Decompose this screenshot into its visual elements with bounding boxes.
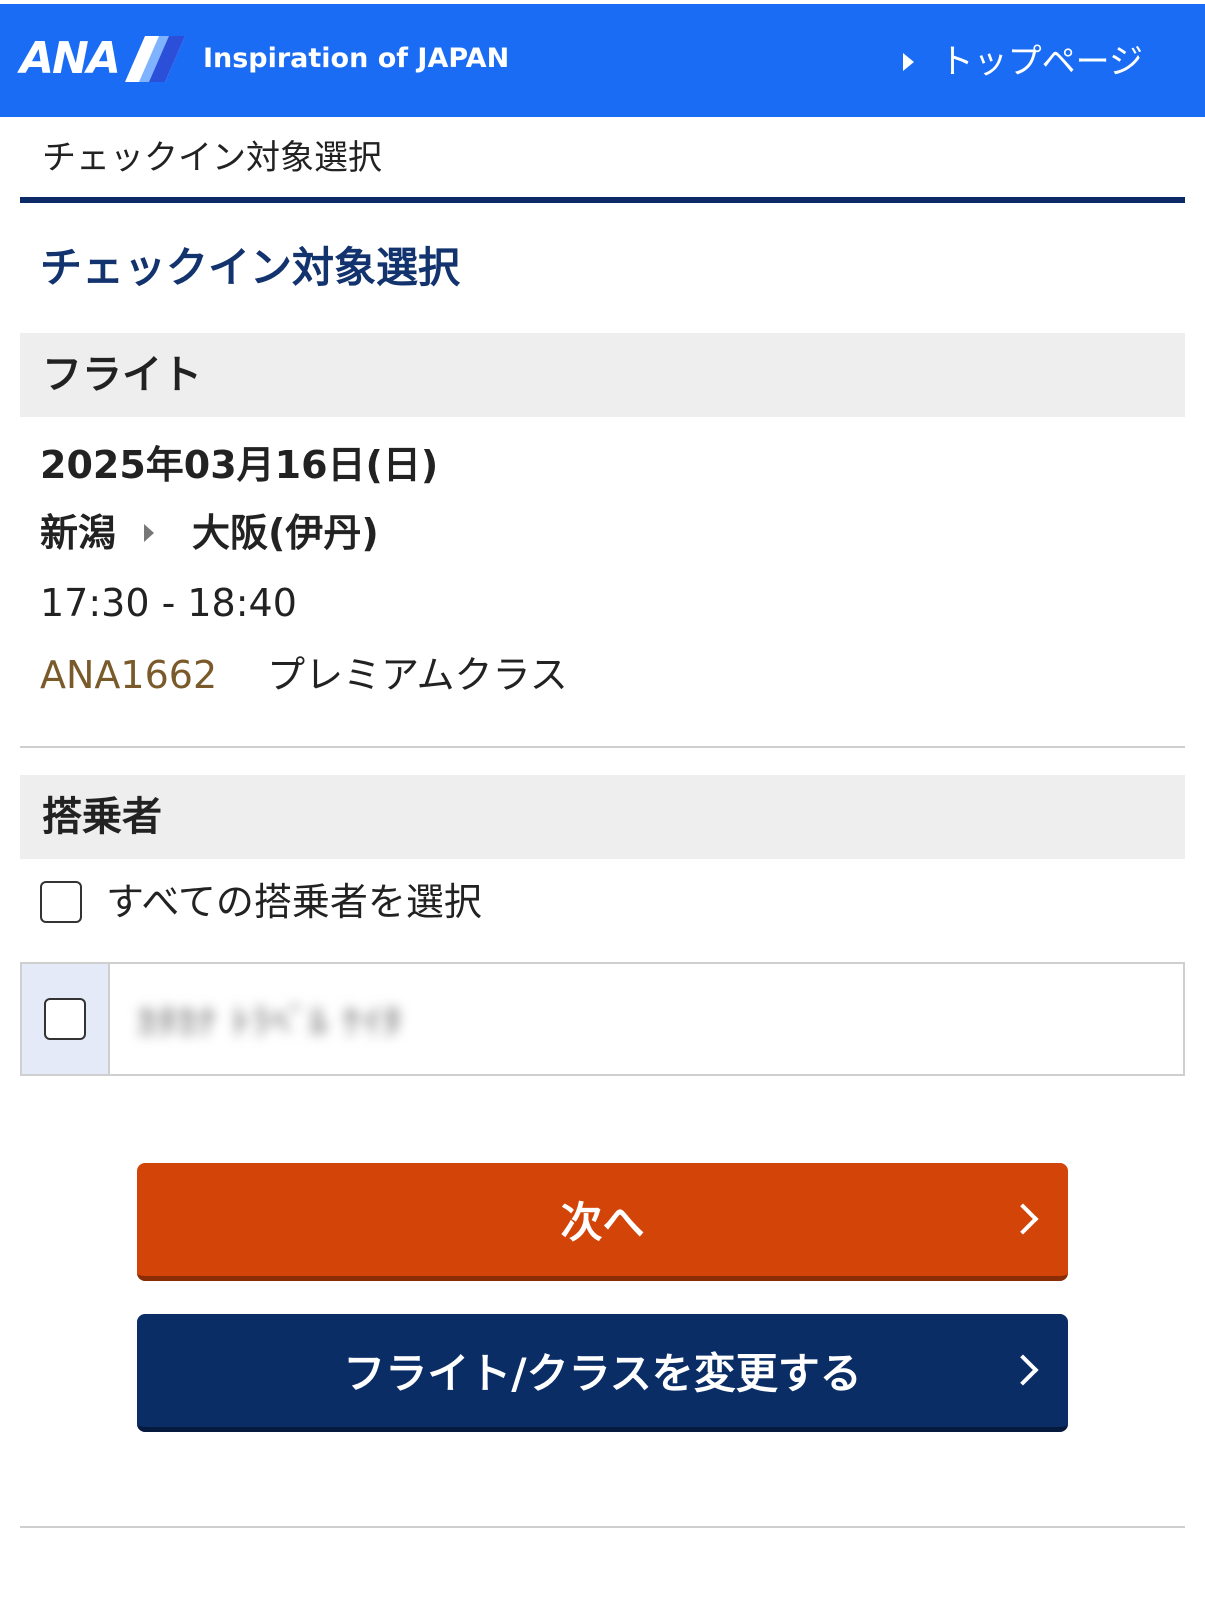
route-destination: 大阪(伊丹) [192,511,379,555]
flight-info: ANA1662 プレミアムクラス [40,650,568,700]
select-all-label: すべての搭乗者を選択 [106,880,482,924]
flight-section-heading: フライト [42,352,202,398]
chevron-right-icon [1007,1353,1039,1386]
select-all-passengers[interactable]: すべての搭乗者を選択 [40,874,482,930]
passenger-name: ｶﾀｶﾅ ﾄﾗﾍﾞﾙ ｹｲﾀ [138,1002,403,1043]
breadcrumb-current: チェックイン対象選択 [42,138,382,178]
passenger-row[interactable]: ｶﾀｶﾅ ﾄﾗﾍﾞﾙ ｹｲﾀ [20,962,1185,1076]
chevron-right-icon [1007,1202,1039,1235]
route-origin: 新潟 [40,511,117,555]
next-button-label: 次へ [560,1198,645,1247]
change-flight-class-label: フライト/クラスを変更する [343,1349,862,1398]
section-divider [20,746,1185,748]
ana-wing-icon [124,36,185,82]
breadcrumb: チェックイン対象選択 [20,117,1185,203]
triangle-right-icon [902,53,914,71]
ana-logo-text: ANA [20,33,121,84]
flight-times: 17:30 - 18:40 [40,581,297,625]
brand-tagline: Inspiration of JAPAN [202,43,510,74]
top-page-link[interactable]: トップページ [902,42,1143,82]
ana-logo[interactable]: ANA Inspiration of JAPAN [20,34,509,84]
change-flight-class-button[interactable]: フライト/クラスを変更する [137,1314,1068,1432]
flight-route: 新潟 大阪(伊丹) [40,508,379,558]
page-title: チェックイン対象選択 [40,243,461,292]
passenger-section-header: 搭乗者 [20,775,1185,859]
passenger-checkbox[interactable] [44,998,86,1040]
cabin-class: プレミアムクラス [267,653,568,697]
flight-section-header: フライト [20,333,1185,417]
top-page-link-label: トップページ [939,42,1143,82]
footer-divider [20,1526,1185,1528]
site-header: ANA Inspiration of JAPAN トップページ [0,0,1205,117]
flight-number: ANA1662 [40,653,218,697]
route-arrow-icon [144,524,155,542]
passenger-checkbox-cell[interactable] [22,964,110,1074]
flight-date: 2025年03月16日(日) [40,443,439,487]
select-all-checkbox[interactable] [40,881,82,923]
next-button[interactable]: 次へ [137,1163,1068,1281]
passenger-section-heading: 搭乗者 [42,794,162,840]
